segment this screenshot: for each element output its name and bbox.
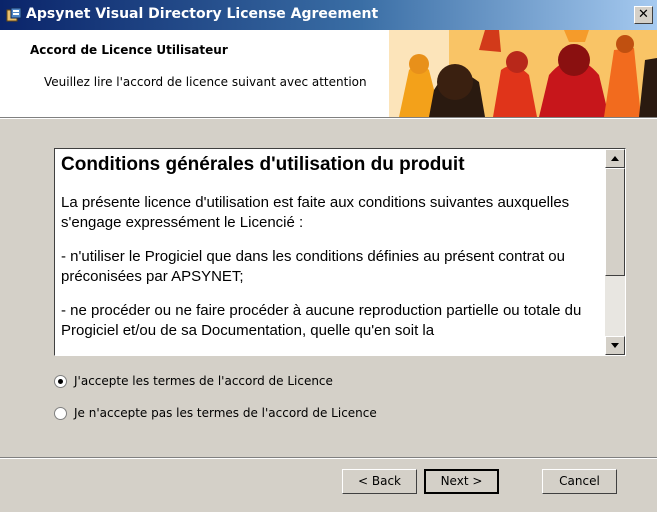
installer-icon <box>6 7 22 23</box>
header-banner-image <box>389 30 657 117</box>
footer-separator-highlight <box>0 458 657 459</box>
license-text-box[interactable]: Conditions générales d'utilisation du pr… <box>54 148 626 356</box>
accept-radio-option[interactable]: J'accepte les termes de l'accord de Lice… <box>54 374 354 391</box>
license-paragraph: - n'utiliser le Progiciel que dans les c… <box>61 248 565 285</box>
license-paragraph: - ne procéder ou ne faire procéder à auc… <box>61 302 582 339</box>
accept-radio-label[interactable]: J'accepte les termes de l'accord de Lice… <box>74 374 333 388</box>
arrow-down-icon <box>611 343 619 348</box>
decline-radio-button[interactable] <box>54 407 67 420</box>
window-title: Apsynet Visual Directory License Agreeme… <box>26 6 379 22</box>
scrollbar-thumb[interactable] <box>605 168 625 276</box>
header-separator <box>0 118 657 119</box>
page-title: Accord de Licence Utilisateur <box>30 43 228 57</box>
license-heading: Conditions générales d'utilisation du pr… <box>61 154 465 175</box>
next-button[interactable]: Next > <box>424 469 499 494</box>
close-icon: ✕ <box>638 7 649 22</box>
scroll-up-button[interactable] <box>605 149 625 168</box>
title-bar: Apsynet Visual Directory License Agreeme… <box>0 0 657 30</box>
back-button[interactable]: < Back <box>342 469 417 494</box>
close-button[interactable]: ✕ <box>634 6 653 24</box>
arrow-up-icon <box>611 156 619 161</box>
cancel-button[interactable]: Cancel <box>542 469 617 494</box>
decline-radio-label[interactable]: Je n'accepte pas les termes de l'accord … <box>74 406 377 420</box>
header-panel: Accord de Licence Utilisateur Veuillez l… <box>0 30 657 118</box>
decline-radio-option[interactable]: Je n'accepte pas les termes de l'accord … <box>54 406 394 423</box>
radio-selected-dot <box>58 379 63 384</box>
vertical-scrollbar[interactable] <box>605 149 625 355</box>
scroll-down-button[interactable] <box>605 336 625 355</box>
accept-radio-button[interactable] <box>54 375 67 388</box>
page-subtitle: Veuillez lire l'accord de licence suivan… <box>44 75 367 89</box>
license-paragraph: La présente licence d'utilisation est fa… <box>61 194 570 231</box>
license-content: Conditions générales d'utilisation du pr… <box>61 149 601 341</box>
